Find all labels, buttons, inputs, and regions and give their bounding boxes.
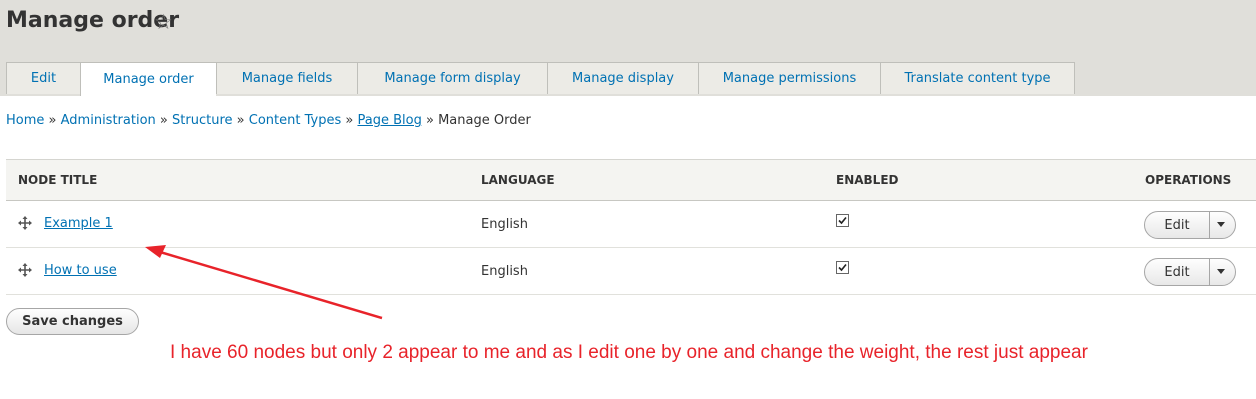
annotation-text: I have 60 nodes but only 2 appear to me …	[170, 342, 1088, 363]
annotation-arrow-icon	[145, 245, 383, 320]
